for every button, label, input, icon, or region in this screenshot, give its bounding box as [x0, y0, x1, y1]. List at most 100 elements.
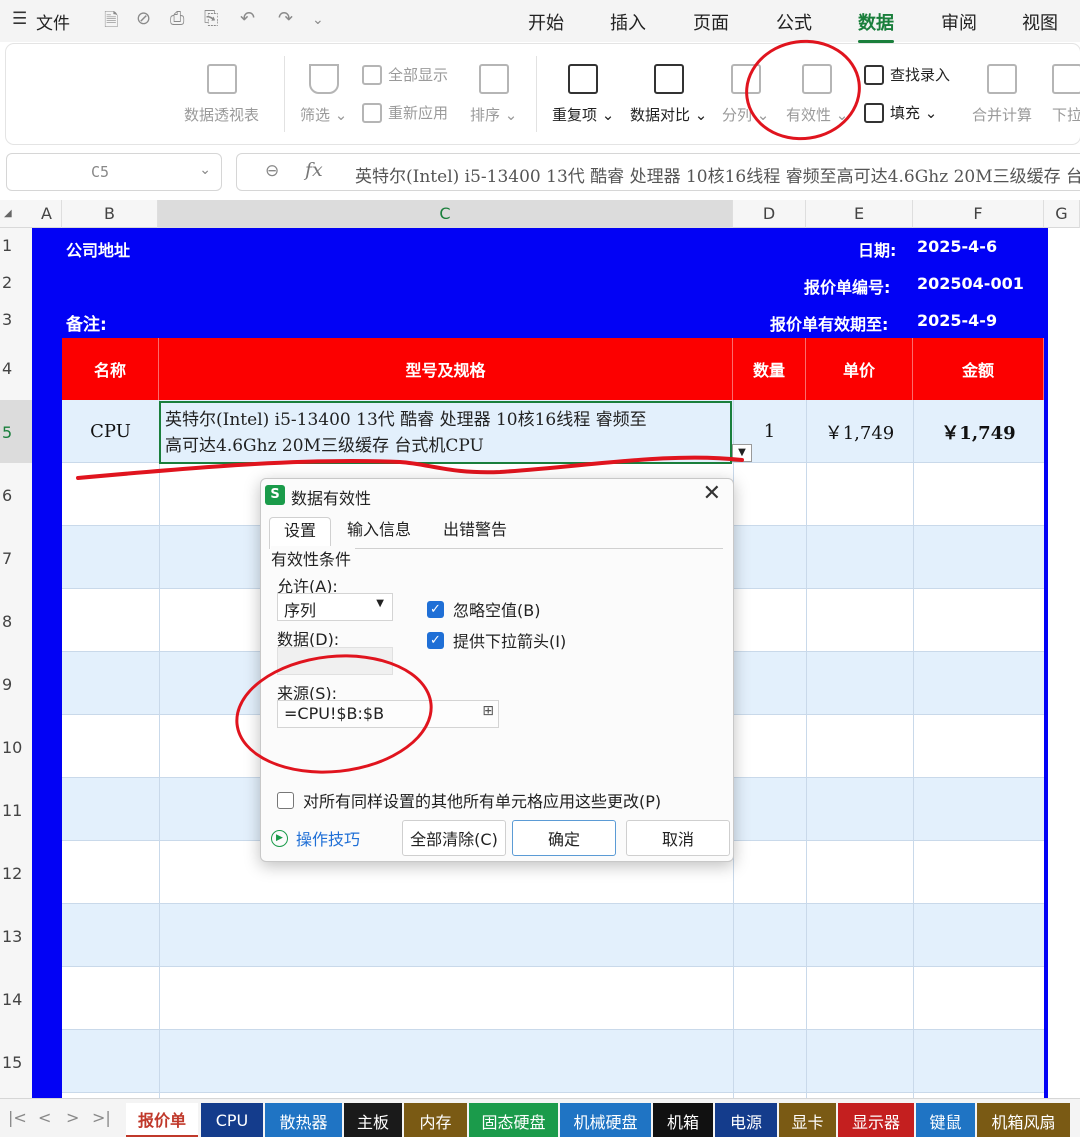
- allow-select[interactable]: 序列 ▼: [277, 593, 393, 621]
- reapply-button[interactable]: 重新应用: [362, 102, 448, 123]
- last-sheet-icon[interactable]: >|: [92, 1108, 111, 1127]
- menu-icon[interactable]: ☰: [12, 9, 27, 29]
- column-header-b[interactable]: B: [62, 200, 158, 228]
- row-header[interactable]: 7: [0, 549, 32, 568]
- tab-formula[interactable]: 公式: [776, 9, 812, 35]
- sheet-tab-gpu[interactable]: 显卡: [779, 1103, 836, 1137]
- ignore-blank-checkbox[interactable]: ✓ 忽略空值(B): [427, 597, 540, 621]
- row-header[interactable]: 5: [0, 400, 32, 463]
- clear-all-button[interactable]: 全部清除(C): [402, 820, 506, 856]
- zoom-icon[interactable]: ⊖: [265, 161, 279, 181]
- lookup-entry-icon: [864, 64, 884, 85]
- tab-view[interactable]: 视图: [1022, 9, 1058, 35]
- row-header[interactable]: 8: [0, 612, 32, 631]
- row-header[interactable]: 9: [0, 675, 32, 694]
- column-header-d[interactable]: D: [733, 200, 806, 228]
- check-icon: ✓: [427, 631, 444, 649]
- share-icon[interactable]: ⊘: [136, 8, 151, 29]
- table-row[interactable]: [62, 1030, 1044, 1093]
- row-header[interactable]: 12: [0, 864, 32, 883]
- pivot-table-button[interactable]: 数据透视表: [184, 64, 259, 125]
- cancel-button[interactable]: 取消: [626, 820, 730, 856]
- row-header[interactable]: 10: [0, 738, 32, 757]
- file-menu[interactable]: 文件: [36, 9, 70, 34]
- apply-all-checkbox[interactable]: 对所有同样设置的其他所有单元格应用这些更改(P): [277, 788, 661, 812]
- formula-input[interactable]: 英特尔(Intel) i5-13400 13代 酷睿 处理器 10核16线程 睿…: [355, 162, 1080, 187]
- close-icon[interactable]: ✕: [703, 481, 721, 506]
- sheet-tab-keyboard-mouse[interactable]: 键鼠: [916, 1103, 975, 1137]
- save-icon[interactable]: 🗎: [104, 8, 118, 38]
- dropdown-arrow-checkbox[interactable]: ✓ 提供下拉箭头(I): [427, 628, 566, 652]
- sheet-tab-monitor[interactable]: 显示器: [838, 1103, 914, 1137]
- sheet-tab-cpu[interactable]: CPU: [201, 1103, 263, 1137]
- column-header-f[interactable]: F: [913, 200, 1044, 228]
- chevron-down-icon[interactable]: ⌄: [199, 162, 211, 178]
- title-bar: ☰ 文件 🗎 ⊘ ⎙ ⎘ ↶ ↷ ⌄ 开始 插入 页面 公式 数据 审阅 视图: [0, 0, 1080, 43]
- consolidate-button[interactable]: 合并计算: [972, 64, 1032, 125]
- row-header[interactable]: 13: [0, 927, 32, 946]
- tab-insert[interactable]: 插入: [610, 9, 646, 35]
- show-all-icon: [362, 64, 382, 85]
- table-row[interactable]: [62, 967, 1044, 1030]
- cell-e5[interactable]: ￥1,749: [806, 400, 913, 463]
- sheet-tab-cooler[interactable]: 散热器: [265, 1103, 342, 1137]
- tab-review[interactable]: 审阅: [941, 9, 977, 35]
- first-sheet-icon[interactable]: |<: [8, 1108, 27, 1127]
- sheet-tab-psu[interactable]: 电源: [715, 1103, 777, 1137]
- sort-button[interactable]: 排序 ⌄: [470, 64, 517, 125]
- sheet-tab-hdd[interactable]: 机械硬盘: [560, 1103, 651, 1137]
- tab-error-alert[interactable]: 出错警告: [429, 517, 521, 549]
- dropdown-list-button[interactable]: 下拉: [1052, 64, 1080, 125]
- print-preview-icon[interactable]: ⎘: [204, 8, 218, 29]
- tab-home[interactable]: 开始: [528, 9, 564, 35]
- lookup-entry-button[interactable]: 查找录入: [864, 64, 950, 85]
- duplicates-button[interactable]: 重复项 ⌄: [552, 64, 614, 125]
- column-header-c[interactable]: C: [158, 200, 733, 228]
- sheet-tab-case[interactable]: 机箱: [653, 1103, 713, 1137]
- filter-button[interactable]: 筛选 ⌄: [300, 64, 347, 125]
- sheet-tab-quote[interactable]: 报价单: [126, 1103, 198, 1137]
- name-box[interactable]: C5 ⌄: [6, 153, 222, 191]
- cell-f5[interactable]: ￥1,749: [913, 400, 1044, 463]
- prev-sheet-icon[interactable]: <: [38, 1108, 51, 1127]
- row-header[interactable]: 2: [0, 273, 32, 292]
- range-picker-icon[interactable]: ⊞: [482, 703, 494, 719]
- table-row[interactable]: [62, 904, 1044, 967]
- sheet-tab-ssd[interactable]: 固态硬盘: [469, 1103, 558, 1137]
- sheet-tab-motherboard[interactable]: 主板: [344, 1103, 402, 1137]
- print-icon[interactable]: ⎙: [170, 8, 184, 29]
- row-header[interactable]: 15: [0, 1053, 32, 1072]
- sheet-tab-memory[interactable]: 内存: [404, 1103, 467, 1137]
- header-name: 名称: [62, 338, 159, 400]
- row-header[interactable]: 14: [0, 990, 32, 1009]
- show-all-button[interactable]: 全部显示: [362, 64, 448, 85]
- more-icon[interactable]: ⌄: [312, 12, 324, 28]
- tab-page[interactable]: 页面: [693, 9, 729, 35]
- tab-data[interactable]: 数据: [858, 9, 894, 43]
- function-icon[interactable]: fx: [305, 159, 323, 181]
- tips-link[interactable]: ▶ 操作技巧: [271, 826, 360, 850]
- right-border-band: [1044, 338, 1048, 1098]
- header-spec: 型号及规格: [159, 338, 733, 400]
- column-header-g[interactable]: G: [1044, 200, 1080, 228]
- tab-settings[interactable]: 设置: [269, 517, 332, 549]
- fill-button[interactable]: 填充 ⌄: [864, 102, 937, 123]
- column-header-a[interactable]: A: [32, 200, 62, 228]
- redo-icon[interactable]: ↷: [278, 8, 293, 29]
- ok-button[interactable]: 确定: [512, 820, 616, 856]
- consolidate-icon: [987, 64, 1017, 94]
- row-header[interactable]: 11: [0, 801, 32, 820]
- data-compare-button[interactable]: 数据对比 ⌄: [630, 64, 707, 125]
- row-header[interactable]: 6: [0, 486, 32, 505]
- select-all-corner[interactable]: ◢: [4, 208, 12, 219]
- validation-criteria-label: 有效性条件: [271, 546, 356, 570]
- column-header-e[interactable]: E: [806, 200, 913, 228]
- row-header[interactable]: 3: [0, 310, 32, 329]
- next-sheet-icon[interactable]: >: [66, 1108, 79, 1127]
- row-header[interactable]: 1: [0, 236, 32, 255]
- tab-input-message[interactable]: 输入信息: [333, 517, 425, 549]
- undo-icon[interactable]: ↶: [240, 8, 255, 29]
- formula-bar[interactable]: ⊖ fx 英特尔(Intel) i5-13400 13代 酷睿 处理器 10核1…: [236, 153, 1080, 191]
- row-header[interactable]: 4: [0, 359, 32, 378]
- sheet-tab-case-fan[interactable]: 机箱风扇: [977, 1103, 1070, 1137]
